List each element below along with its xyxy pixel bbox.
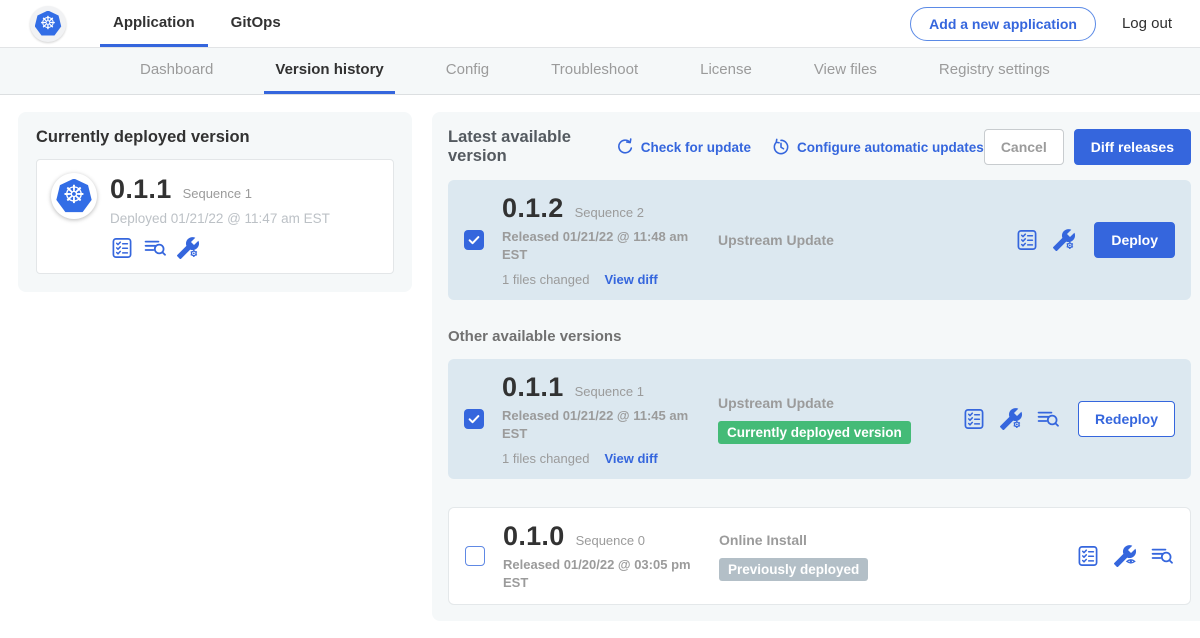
released-timestamp: Released 01/21/22 @ 11:48 am EST <box>502 228 692 263</box>
release-notes-icon[interactable] <box>1076 544 1100 568</box>
edit-config-icon[interactable] <box>999 407 1023 431</box>
version-source-label: Upstream Update <box>718 395 962 411</box>
clock-refresh-icon <box>771 137 791 157</box>
sequence-label: Sequence 2 <box>575 205 644 220</box>
tab-application-label: Application <box>113 14 195 31</box>
version-card-0-1-1: 0.1.1 Sequence 1 Released 01/21/22 @ 11:… <box>448 359 1191 479</box>
release-notes-icon[interactable] <box>1015 228 1039 252</box>
main-content: Currently deployed version ☸ 0.1.1 Seque… <box>0 95 1200 638</box>
navbar-tabs: Application GitOps <box>100 0 304 47</box>
edit-config-icon[interactable] <box>176 236 200 260</box>
version-source-label: Upstream Update <box>718 232 962 248</box>
version-actions <box>1076 544 1174 568</box>
version-card-0-1-0: 0.1.0 Sequence 0 Released 01/20/22 @ 03:… <box>448 507 1191 605</box>
subnav-item-registry-settings[interactable]: Registry settings <box>928 48 1061 94</box>
check-icon <box>467 412 481 426</box>
deployed-timestamp: Deployed 01/21/22 @ 11:47 am EST <box>110 211 330 226</box>
version-source-label: Online Install <box>719 532 963 548</box>
refresh-icon <box>615 137 635 157</box>
other-versions-title: Other available versions <box>448 328 1191 345</box>
version-checkbox[interactable] <box>464 230 484 250</box>
kubernetes-heptagon: ☸ <box>56 179 92 214</box>
configure-auto-updates-link[interactable]: Configure automatic updates <box>771 137 984 157</box>
tab-gitops-label: GitOps <box>231 14 281 31</box>
tab-gitops[interactable]: GitOps <box>218 0 294 47</box>
version-info: 0.1.0 Sequence 0 Released 01/20/22 @ 03:… <box>503 521 699 591</box>
sequence-label: Sequence 1 <box>575 384 644 399</box>
deployed-version-card: ☸ 0.1.1 Sequence 1 Deployed 01/21/22 @ 1… <box>36 159 394 274</box>
tab-application[interactable]: Application <box>100 0 208 47</box>
currently-deployed-badge: Currently deployed version <box>718 421 911 444</box>
latest-version-title: Latest available version <box>448 128 601 166</box>
version-status: Upstream Update Currently deployed versi… <box>718 395 962 444</box>
subnav-item-view-files[interactable]: View files <box>803 48 888 94</box>
deployed-sequence-label: Sequence 1 <box>183 186 252 201</box>
check-for-update-link[interactable]: Check for update <box>615 137 751 157</box>
version-actions: Deploy <box>1015 222 1175 258</box>
kubernetes-logo: ☸ <box>30 6 66 42</box>
deployed-version-number: 0.1.1 <box>110 174 172 205</box>
released-timestamp: Released 01/21/22 @ 11:45 am EST <box>502 407 692 442</box>
released-timestamp: Released 01/20/22 @ 03:05 pm EST <box>503 556 693 591</box>
version-info: 0.1.1 Sequence 1 Released 01/21/22 @ 11:… <box>502 372 698 466</box>
version-status: Online Install Previously deployed <box>719 532 963 581</box>
configure-auto-updates-label: Configure automatic updates <box>797 140 984 155</box>
subnav-item-dashboard[interactable]: Dashboard <box>129 48 224 94</box>
check-icon <box>467 233 481 247</box>
view-diff-link[interactable]: View diff <box>604 451 657 466</box>
subnav-item-license[interactable]: License <box>689 48 763 94</box>
files-changed-label: 1 files changed <box>502 451 589 466</box>
subnav-item-version-history[interactable]: Version history <box>264 48 394 94</box>
sequence-label: Sequence 0 <box>576 533 645 548</box>
deploy-logs-icon[interactable] <box>1036 407 1060 431</box>
version-number: 0.1.0 <box>503 521 565 552</box>
version-status: Upstream Update <box>718 232 962 248</box>
files-changed-label: 1 files changed <box>502 272 589 287</box>
version-history-panel: Latest available version Check for updat… <box>432 112 1200 621</box>
currently-deployed-panel: Currently deployed version ☸ 0.1.1 Seque… <box>18 112 412 292</box>
version-card-0-1-2: 0.1.2 Sequence 2 Released 01/21/22 @ 11:… <box>448 180 1191 300</box>
previously-deployed-badge: Previously deployed <box>719 558 868 581</box>
helm-wheel-icon: ☸ <box>40 14 56 32</box>
view-diff-link[interactable]: View diff <box>604 272 657 287</box>
top-navbar: ☸ Application GitOps Add a new applicati… <box>0 0 1200 48</box>
helm-wheel-icon: ☸ <box>63 183 85 208</box>
subnav-item-troubleshoot[interactable]: Troubleshoot <box>540 48 649 94</box>
release-notes-icon[interactable] <box>962 407 986 431</box>
diff-releases-button[interactable]: Diff releases <box>1074 129 1191 165</box>
deployed-action-icons <box>110 236 330 260</box>
deploy-button[interactable]: Deploy <box>1094 222 1175 258</box>
cancel-button[interactable]: Cancel <box>984 129 1064 165</box>
version-actions: Redeploy <box>962 401 1175 437</box>
app-subnav: Dashboard Version history Config Trouble… <box>0 48 1200 95</box>
latest-version-header: Latest available version Check for updat… <box>448 128 1191 166</box>
deploy-logs-icon[interactable] <box>1150 544 1174 568</box>
deployed-panel-title: Currently deployed version <box>36 128 394 147</box>
version-number: 0.1.2 <box>502 193 564 224</box>
edit-config-icon[interactable] <box>1052 228 1076 252</box>
deployed-version-info: 0.1.1 Sequence 1 Deployed 01/21/22 @ 11:… <box>110 173 330 260</box>
kubernetes-heptagon: ☸ <box>35 11 62 37</box>
version-checkbox[interactable] <box>465 546 485 566</box>
check-for-update-label: Check for update <box>641 140 751 155</box>
view-config-icon[interactable] <box>1113 544 1137 568</box>
version-info: 0.1.2 Sequence 2 Released 01/21/22 @ 11:… <box>502 193 698 287</box>
navbar-right: Add a new application Log out <box>910 7 1172 41</box>
add-application-button[interactable]: Add a new application <box>910 7 1096 41</box>
logout-link[interactable]: Log out <box>1122 15 1172 32</box>
version-checkbox[interactable] <box>464 409 484 429</box>
subnav-item-config[interactable]: Config <box>435 48 500 94</box>
app-icon: ☸ <box>51 173 97 219</box>
deploy-logs-icon[interactable] <box>143 236 167 260</box>
version-number: 0.1.1 <box>502 372 564 403</box>
release-notes-icon[interactable] <box>110 236 134 260</box>
redeploy-button[interactable]: Redeploy <box>1078 401 1175 437</box>
